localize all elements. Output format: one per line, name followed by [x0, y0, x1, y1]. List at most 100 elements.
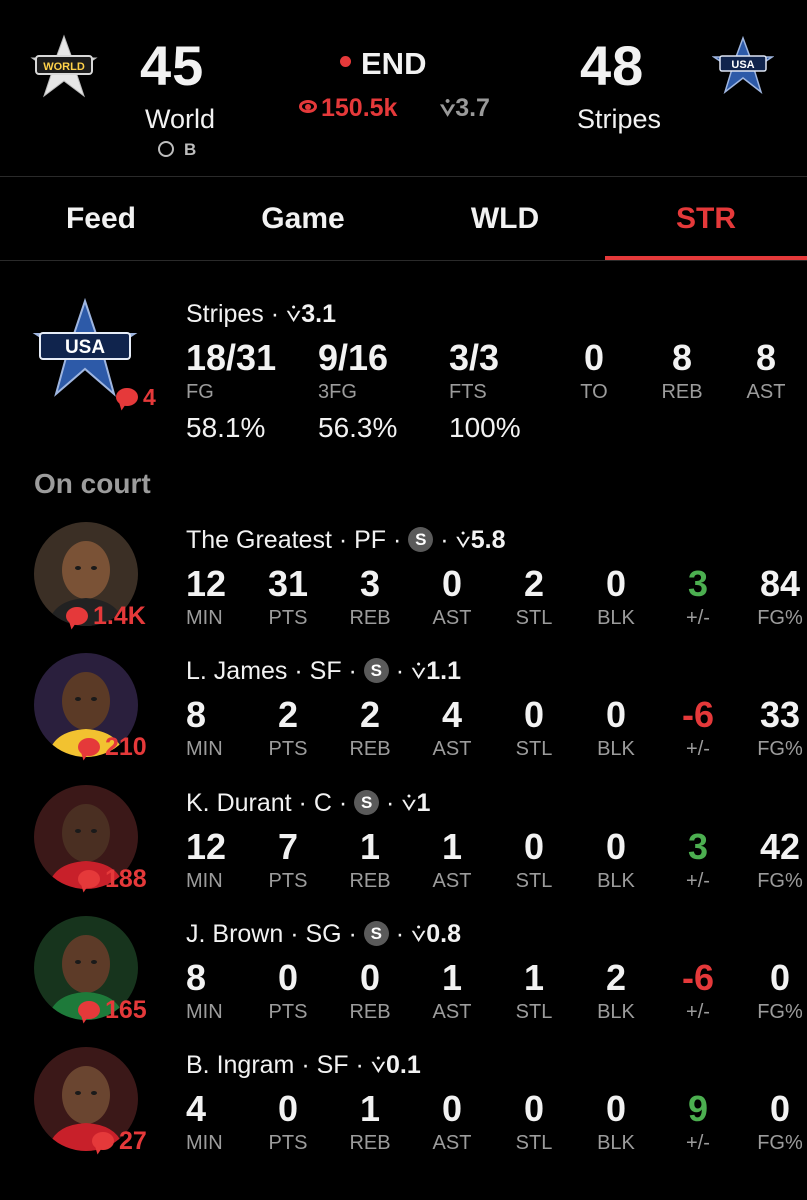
player-rating: 1 — [416, 789, 431, 817]
stat-fg: 84 FG% — [750, 563, 807, 629]
away-score: 45 — [140, 34, 205, 97]
stat-value: 12 — [186, 563, 227, 604]
stat-value: 3 — [687, 563, 709, 604]
player-rating: 0.8 — [426, 920, 462, 948]
stat-value: 0 — [441, 563, 463, 604]
team-stat-ast: 8 AST — [746, 337, 786, 403]
stat-value: 1 — [441, 826, 463, 867]
stat-value: 1 — [359, 826, 381, 867]
player-comment-count[interactable]: 1.4K — [66, 604, 146, 629]
stat-value: 12 — [186, 826, 227, 867]
stat-label: STL — [515, 1001, 553, 1023]
world-team-logo[interactable]: WORLD — [30, 34, 98, 98]
home-score: 48 — [580, 34, 645, 97]
stat-stl: 1 STL — [504, 960, 564, 1023]
tab-game[interactable]: Game — [202, 204, 404, 234]
stat-value: 4 — [186, 1088, 207, 1129]
stat-label: MIN — [186, 1132, 223, 1154]
tab-str[interactable]: STR — [605, 204, 807, 234]
stat-value: 0 — [605, 1088, 627, 1129]
starter-badge: S — [354, 789, 380, 815]
player-name: L. James — [186, 657, 288, 685]
stat-pts: 0 PTS — [258, 1088, 318, 1154]
player-position: SG — [305, 920, 342, 948]
player-row[interactable]: 210 L. James · SF · S · ⩒1.1 8 MIN 2 PTS 2 REB 4… — [0, 653, 807, 784]
stat-value: 0 — [441, 1088, 463, 1129]
player-comment-count[interactable]: 165 — [78, 998, 147, 1023]
game-rating: ⩒3.7 — [440, 94, 490, 122]
basketball-icon — [158, 140, 174, 157]
stat-label: FG% — [757, 607, 803, 629]
stat-label: AST — [432, 870, 472, 892]
stat-label: BLK — [597, 870, 635, 892]
team-summary-logo[interactable]: USA — [30, 297, 140, 398]
team-comment-count[interactable]: 4 — [116, 386, 156, 409]
stripes-team-logo[interactable]: USA — [711, 35, 775, 95]
active-tab-indicator — [605, 256, 807, 260]
stat-reb: 0 REB — [340, 957, 400, 1023]
player-row[interactable]: 27 B. Ingram · SF · ⩒0.1 4 MIN 0 PTS 1 REB 0 AST 0… — [0, 1047, 807, 1178]
stat-label: PTS — [268, 870, 308, 892]
stat-label: STL — [515, 870, 553, 892]
stat-value: 8 — [186, 694, 207, 735]
stat-stl: 2 STL — [504, 563, 564, 629]
stat-blk: 2 BLK — [586, 957, 646, 1023]
player-name: B. Ingram — [186, 1051, 295, 1079]
stat-label: AST — [432, 607, 472, 629]
stat-value: 0 — [359, 957, 381, 998]
player-comment-count[interactable]: 210 — [78, 735, 147, 760]
stat-label: REB — [349, 607, 391, 629]
player-comment-count[interactable]: 188 — [78, 867, 147, 892]
player-row[interactable]: 188 K. Durant · C · S · ⩒1 12 MIN 7 PTS 1 REB 1 A… — [0, 785, 807, 916]
player-row[interactable]: 165 J. Brown · SG · S · ⩒0.8 8 MIN 0 PTS 0 REB 1… — [0, 916, 807, 1047]
stat-min: 4 MIN — [186, 1088, 246, 1154]
stat-label: AST — [432, 738, 472, 760]
stat-pts: 2 PTS — [258, 697, 318, 760]
stat-value: 7 — [277, 826, 299, 867]
viewer-count: 150.5k — [299, 96, 397, 121]
stat-: 3 +/- — [668, 829, 728, 892]
tab-feed[interactable]: Feed — [0, 204, 202, 234]
stat-value: 0 — [277, 1088, 299, 1129]
stat-fg: 42 FG% — [750, 829, 807, 892]
stat-value: 0 — [523, 826, 545, 867]
team-stat-reb: 8 REB — [661, 337, 703, 403]
stat-min: 8 MIN — [186, 694, 246, 760]
starter-badge: S — [408, 526, 434, 552]
stat-value: 2 — [605, 957, 627, 998]
player-position: C — [313, 789, 332, 817]
player-position: SF — [309, 657, 342, 685]
stat-value: 0 — [769, 1088, 791, 1129]
stat-value: 0 — [277, 957, 299, 998]
starter-badge: S — [363, 920, 389, 946]
stat-label: MIN — [186, 870, 223, 892]
stat-value: -6 — [681, 957, 714, 998]
player-row[interactable]: 1.4K The Greatest · PF · S · ⩒5.8 12 MIN 31 P… — [0, 522, 807, 653]
player-rating: 1.1 — [426, 657, 462, 685]
stat-min: 8 MIN — [186, 960, 246, 1023]
stat-value: 2 — [523, 563, 545, 604]
stat-value: 1 — [359, 1088, 381, 1129]
player-rating: 0.1 — [385, 1051, 421, 1079]
stat-value: 84 — [759, 563, 801, 604]
stat-label: PTS — [268, 1001, 308, 1023]
comment-bubble-icon — [78, 1001, 100, 1019]
stat-label: MIN — [186, 738, 223, 760]
stat-pts: 7 PTS — [258, 826, 318, 892]
stat-label: +/- — [686, 1001, 710, 1023]
team-stat-3fg: 9/16 3FG 56.3% — [318, 337, 398, 443]
world-logo-text: WORLD — [43, 61, 85, 73]
tab-wld[interactable]: WLD — [404, 204, 606, 234]
stat-value: 2 — [359, 694, 381, 735]
team-summary-title: Stripes · ⩒3.1 — [186, 300, 336, 328]
player-name: The Greatest — [186, 526, 332, 554]
stat-label: STL — [515, 738, 553, 760]
player-position: PF — [354, 526, 387, 554]
player-comment-count[interactable]: 27 — [92, 1129, 147, 1154]
eye-icon — [299, 99, 317, 113]
stat-label: AST — [432, 1132, 472, 1154]
stat-label: BLK — [597, 738, 635, 760]
stat-stl: 0 STL — [504, 697, 564, 760]
stat-value: 0 — [769, 957, 791, 998]
stat-blk: 0 BLK — [586, 829, 646, 892]
